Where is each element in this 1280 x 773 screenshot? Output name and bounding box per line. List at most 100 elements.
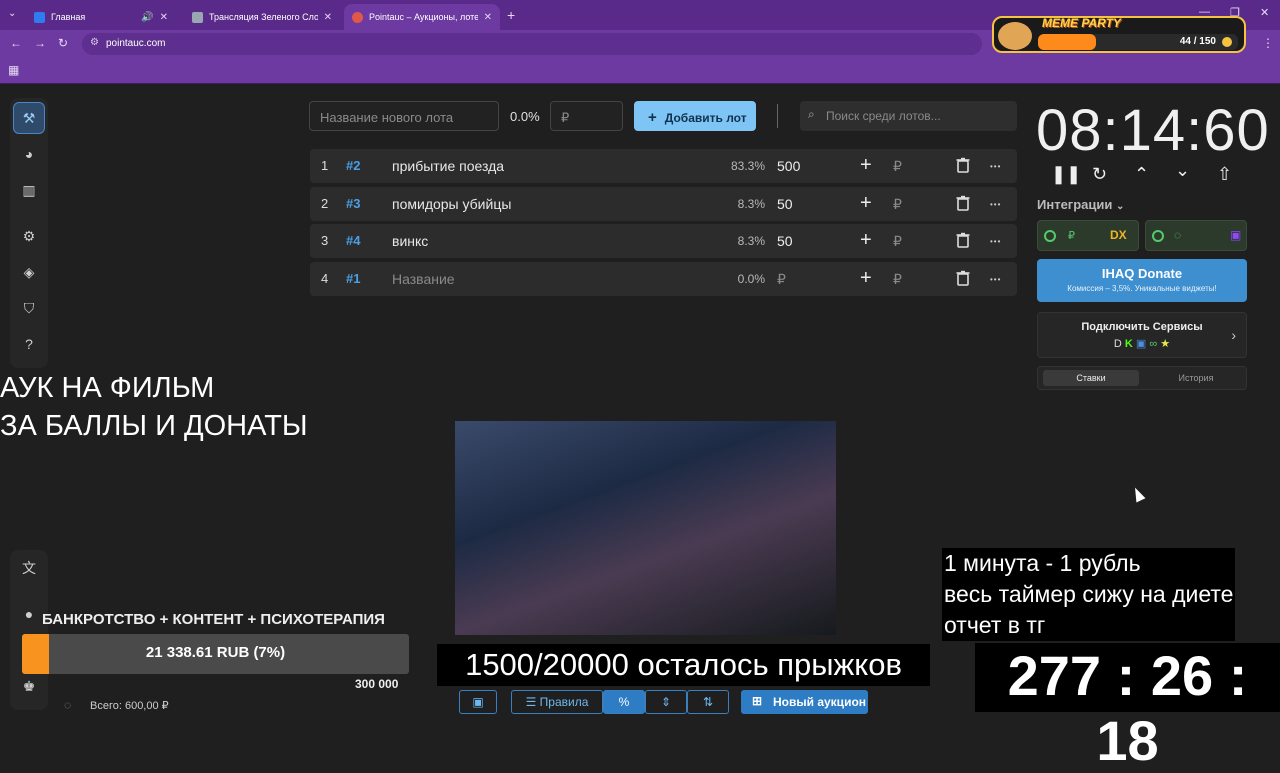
lot-number: 3 — [321, 233, 329, 248]
new-auction-button[interactable]: ⊞ Новый аукцион — [741, 690, 868, 714]
compress-icon[interactable]: ⇕ — [645, 690, 687, 714]
tab-home[interactable]: Главная 🔊 ✕ — [26, 4, 176, 30]
lot-name-input[interactable]: винкс — [392, 233, 428, 249]
lot-id: #4 — [346, 233, 361, 248]
plus-icon[interactable]: + — [860, 154, 872, 177]
rub-input[interactable]: ₽ — [893, 158, 902, 175]
sidebar: ⚒ ◕ ▥ ⚙ ◈ ⛉ ? — [10, 98, 48, 368]
lot-search-input[interactable]: ⌕ Поиск среди лотов... — [800, 101, 1017, 131]
new-lot-amount-input[interactable]: ₽ — [550, 101, 623, 131]
bookmarks-bar: ▦ — [0, 58, 1280, 84]
url-text: pointauc.com — [106, 38, 166, 49]
lot-id: #3 — [346, 195, 361, 211]
more-icon[interactable]: ••• — [990, 162, 1001, 171]
overlay-title-line1: АУК НА ФИЛЬМ — [0, 372, 215, 404]
webcam-feed — [455, 421, 836, 635]
plus-icon: + — [648, 109, 657, 126]
trash-icon[interactable] — [956, 157, 970, 173]
trash-icon[interactable] — [956, 270, 970, 286]
lot-name-input[interactable]: помидоры убийцы — [392, 196, 511, 212]
new-tab-button[interactable]: + — [507, 7, 515, 23]
lot-percent: 8.3% — [737, 234, 765, 248]
chevron-down-icon: ⌄ — [1115, 201, 1125, 212]
trash-icon[interactable] — [956, 195, 970, 211]
reload-icon[interactable]: ↻ — [58, 36, 68, 50]
more-icon[interactable]: ••• — [990, 200, 1001, 209]
hide-eye-icon[interactable]: ◌ — [64, 698, 71, 712]
chevron-up-icon[interactable]: ⌃ — [1134, 164, 1149, 185]
donation-goal-bar: 21 338.61 RUB (7%) — [22, 634, 409, 674]
close-window-icon[interactable]: ✕ — [1260, 6, 1269, 19]
apps-icon[interactable]: ▦ — [8, 63, 19, 77]
integration-points[interactable]: ₽ DX — [1037, 220, 1139, 251]
double-up-icon[interactable]: ⇧ — [1217, 164, 1232, 185]
rule-line: отчет в тг — [944, 612, 1046, 638]
plus-icon[interactable]: + — [860, 267, 872, 290]
tab-history[interactable]: История — [1148, 373, 1244, 383]
lot-row: 1 #2 прибытие поезда 83.3% 500 + ₽ ••• — [310, 149, 1017, 183]
site-info-icon[interactable]: ⚙ — [90, 37, 99, 48]
forward-icon[interactable]: → — [34, 36, 46, 50]
layers-icon[interactable]: ◈ — [19, 262, 39, 282]
stats-icon[interactable]: ▥ — [19, 180, 39, 200]
new-auction-label: Новый аукцион — [773, 695, 867, 709]
tab-bets[interactable]: Ставки — [1043, 370, 1139, 386]
close-icon[interactable]: ✕ — [484, 12, 492, 23]
sidebar-bottom: 文 ● ♚ — [10, 550, 48, 710]
account-icon[interactable]: ♚ — [19, 676, 39, 696]
help-icon[interactable]: ? — [19, 334, 39, 354]
github-icon[interactable]: ● — [19, 604, 39, 624]
percent-toggle[interactable]: % — [603, 690, 645, 714]
meme-progress-bar: 44 / 150 — [1038, 34, 1238, 50]
total-amount: Всего: 600,00 ₽ — [90, 700, 169, 712]
tab-search-icon[interactable]: ⌄ — [8, 8, 16, 19]
lot-name-input[interactable]: прибытие поезда — [392, 158, 504, 174]
more-icon[interactable]: ••• — [990, 237, 1001, 246]
sort-icon[interactable]: ⇅ — [687, 690, 729, 714]
add-lot-button[interactable]: + Добавить лот — [634, 101, 756, 131]
lot-id: #2 — [346, 158, 361, 173]
connect-services-button[interactable]: Подключить Сервисы D K ▣ ∞ ★ › — [1037, 312, 1247, 358]
status-dot — [1044, 230, 1056, 242]
rub-input[interactable]: ₽ — [893, 233, 902, 250]
url-field[interactable]: ⚙ pointauc.com — [82, 33, 982, 55]
gavel-icon[interactable]: ⚒ — [19, 108, 39, 128]
lot-number: 4 — [321, 270, 329, 286]
close-icon[interactable]: ✕ — [160, 12, 168, 23]
back-icon[interactable]: ← — [10, 36, 22, 50]
lot-name-input[interactable]: Название — [392, 271, 455, 287]
tab-pointauc[interactable]: Pointauc – Аукционы, лотереи ✕ — [344, 4, 500, 30]
lot-amount: ₽ — [777, 270, 786, 287]
settings-icon[interactable]: ⚙ — [19, 226, 39, 246]
new-lot-name-input[interactable]: Название нового лота — [309, 101, 499, 131]
status-dot — [1152, 230, 1164, 242]
rub-input[interactable]: ₽ — [893, 271, 902, 288]
more-icon[interactable]: ••• — [990, 275, 1001, 284]
pause-icon[interactable]: ❚❚ — [1051, 164, 1081, 185]
donatepay-icon: ◌ — [1174, 228, 1182, 242]
ihaq-donate-banner[interactable]: IHAQ Donate Комиссия – 3,5%. Уникальные … — [1037, 259, 1247, 302]
meme-party-widget: MEME PARTY 44 / 150 — [992, 16, 1246, 53]
integrations-toggle[interactable]: Интеграции ⌄ — [1037, 197, 1124, 212]
reset-icon[interactable]: ↻ — [1092, 164, 1107, 185]
tab-stream[interactable]: Трансляция Зеленого Слоника ✕ — [184, 4, 340, 30]
tab-label: Pointauc – Аукционы, лотереи — [369, 12, 478, 22]
close-icon[interactable]: ✕ — [324, 12, 332, 23]
shield-icon[interactable]: ⛉ — [19, 298, 39, 318]
wheel-icon[interactable]: ◕ — [19, 144, 39, 164]
plus-icon[interactable]: + — [860, 229, 872, 252]
jumps-counter: 1500/20000 осталось прыжков — [437, 644, 930, 686]
donation-goal-target: 300 000 — [355, 677, 399, 691]
chevron-right-icon: › — [1231, 327, 1236, 343]
audio-icon[interactable]: 🔊 — [141, 12, 153, 23]
integration-twitch[interactable]: ◌ ▣ — [1145, 220, 1247, 251]
lot-amount: 50 — [777, 195, 793, 212]
save-icon[interactable]: ▣ — [459, 690, 497, 714]
plus-icon[interactable]: + — [860, 192, 872, 215]
rub-input[interactable]: ₽ — [893, 196, 902, 213]
menu-icon[interactable]: ⋮ — [1262, 36, 1274, 50]
rules-button[interactable]: ☰ Правила — [511, 690, 603, 714]
chevron-down-icon[interactable]: ⌄ — [1175, 160, 1190, 181]
translate-icon[interactable]: 文 — [19, 558, 39, 578]
trash-icon[interactable] — [956, 232, 970, 248]
